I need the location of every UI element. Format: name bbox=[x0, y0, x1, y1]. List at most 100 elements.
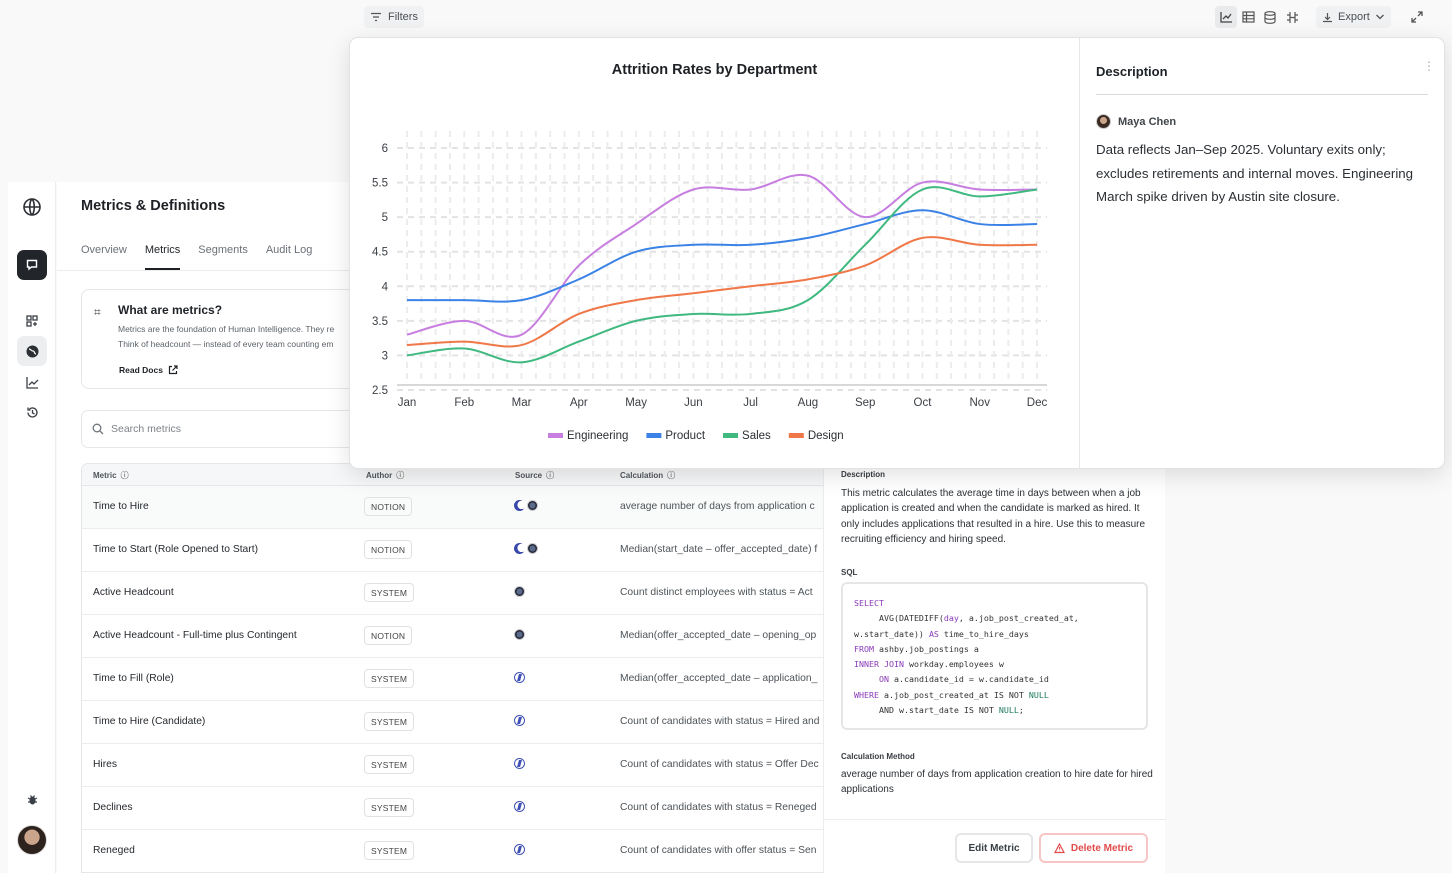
x-tick-label: Jan bbox=[398, 397, 417, 409]
table-row[interactable]: Declines SYSTEM Count of candidates with s… bbox=[82, 787, 825, 830]
page-title: Metrics & Definitions bbox=[81, 198, 226, 214]
metric-detail-panel: Description This metric calculates the a… bbox=[823, 465, 1166, 873]
source-icons bbox=[514, 715, 525, 726]
x-tick-label: Oct bbox=[914, 397, 933, 409]
legend-swatch-product bbox=[646, 433, 662, 438]
attrition-line-chart: 2.5 3 3.5 4 4.5 5 5.5 6 Jan Feb Mar Apr May Jun Jul Aug… bbox=[372, 131, 1048, 442]
x-tick-label: Mar bbox=[512, 397, 532, 409]
y-tick-label: 5.5 bbox=[372, 178, 388, 190]
legend-swatch-engineering bbox=[548, 433, 563, 438]
info-card-line-1: Metrics are the foundation of Human Inte… bbox=[118, 324, 335, 334]
more-options-icon[interactable]: ⋮ bbox=[1423, 60, 1435, 72]
column-header-author-label: Author bbox=[366, 471, 393, 480]
filters-button[interactable]: Filters bbox=[364, 6, 424, 28]
source-notion-icon bbox=[514, 543, 525, 554]
pivot-view-button[interactable] bbox=[1281, 6, 1303, 28]
tab-overview[interactable]: Overview bbox=[81, 244, 127, 270]
expand-icon bbox=[1411, 11, 1423, 23]
edit-metric-button[interactable]: Edit Metric bbox=[955, 833, 1033, 863]
line-chart-view-button[interactable] bbox=[1215, 6, 1237, 28]
column-header-calculation[interactable]: Calculation ⓘ bbox=[620, 470, 675, 481]
user-avatar[interactable] bbox=[17, 825, 47, 855]
metric-calculation: Count of candidates with status = Offer … bbox=[620, 759, 819, 770]
author-avatar bbox=[1096, 114, 1111, 129]
x-tick-label: Sep bbox=[855, 397, 875, 409]
calc-method-text: average number of days from application … bbox=[841, 769, 1153, 796]
info-icon: ⓘ bbox=[396, 471, 405, 480]
expand-button[interactable] bbox=[1406, 6, 1428, 28]
chart-overlay-card: Attrition Rates by Department 2.5 3 3.5 4 4.… bbox=[349, 37, 1445, 469]
metric-calculation: Count of candidates with offer status = … bbox=[620, 845, 817, 856]
search-box[interactable] bbox=[81, 410, 381, 448]
bug-icon[interactable] bbox=[17, 784, 47, 814]
author-badge: SYSTEM bbox=[364, 798, 415, 817]
author-badge: NOTION bbox=[364, 626, 413, 645]
chevron-down-icon bbox=[1375, 14, 1384, 20]
column-header-source[interactable]: Source ⓘ bbox=[515, 470, 554, 481]
x-tick-label: Jul bbox=[743, 397, 758, 409]
description-author: Maya Chen bbox=[1096, 114, 1176, 129]
table-row[interactable]: Time to Start (Role Opened to Start) NOTI… bbox=[82, 529, 825, 572]
legend-label-design: Design bbox=[808, 430, 844, 442]
table-body: Time to Hire NOTION average number of days… bbox=[82, 486, 825, 872]
table-row[interactable]: Time to Hire (Candidate) SYSTEM Count of c… bbox=[82, 701, 825, 744]
chart-icon[interactable] bbox=[17, 367, 47, 397]
legend-label-product: Product bbox=[665, 430, 705, 442]
filters-label: Filters bbox=[388, 11, 418, 23]
delete-metric-button[interactable]: Delete Metric bbox=[1039, 833, 1148, 863]
column-header-author[interactable]: Author ⓘ bbox=[366, 470, 404, 481]
tab-segments[interactable]: Segments bbox=[198, 244, 248, 270]
hash-icon: ⌗ bbox=[94, 305, 101, 319]
source-system-icon bbox=[514, 844, 525, 855]
read-docs-link[interactable]: Read Docs bbox=[119, 365, 178, 375]
metrics-globe-icon[interactable] bbox=[17, 336, 47, 366]
source-icons bbox=[514, 672, 525, 683]
description-rule bbox=[1096, 94, 1428, 95]
column-header-source-label: Source bbox=[515, 471, 543, 480]
table-row[interactable]: Active Headcount SYSTEM Count distinct emp… bbox=[82, 572, 825, 615]
source-globe-icon bbox=[527, 500, 538, 511]
source-globe-icon bbox=[527, 543, 538, 554]
source-notion-icon bbox=[514, 500, 525, 511]
metric-name: Time to Fill (Role) bbox=[93, 673, 174, 684]
table-row[interactable]: Time to Fill (Role) SYSTEM Median(offer_ac… bbox=[82, 658, 825, 701]
history-icon[interactable] bbox=[17, 397, 47, 427]
pivot-icon bbox=[1286, 11, 1298, 23]
metric-name: Time to Start (Role Opened to Start) bbox=[93, 544, 259, 555]
x-tick-label: Dec bbox=[1027, 397, 1048, 409]
author-badge: SYSTEM bbox=[364, 712, 415, 731]
source-icons bbox=[514, 500, 538, 511]
table-row[interactable]: Time to Hire NOTION average number of days… bbox=[82, 486, 825, 529]
database-view-button[interactable] bbox=[1259, 6, 1281, 28]
info-card-line-2: Think of headcount — instead of every te… bbox=[118, 339, 334, 349]
column-header-metric[interactable]: Metric ⓘ bbox=[93, 470, 129, 481]
y-tick-label: 3.5 bbox=[372, 316, 388, 328]
delete-metric-label: Delete Metric bbox=[1070, 842, 1134, 854]
export-button[interactable]: Export bbox=[1316, 6, 1391, 28]
search-input[interactable] bbox=[111, 423, 351, 435]
view-toolbar bbox=[1215, 6, 1303, 28]
table-view-button[interactable] bbox=[1237, 6, 1259, 28]
source-icons bbox=[514, 844, 525, 855]
metric-name: Active Headcount bbox=[93, 587, 174, 598]
grid-icon[interactable] bbox=[17, 306, 47, 336]
metric-calculation: Count of candidates with status = Renege… bbox=[620, 802, 817, 813]
table-row[interactable]: Hires SYSTEM Count of candidates with stat… bbox=[82, 744, 825, 787]
metric-name: Time to Hire bbox=[93, 501, 149, 512]
metric-name: Hires bbox=[93, 759, 118, 770]
metric-calculation: Median(start_date – offer_accepted_date)… bbox=[620, 544, 818, 555]
source-globe-icon bbox=[514, 586, 525, 597]
table-row[interactable]: Reneged SYSTEM Count of candidates with of… bbox=[82, 830, 825, 872]
x-tick-label: Nov bbox=[970, 397, 991, 409]
description-heading: Description bbox=[1096, 64, 1168, 79]
author-badge: NOTION bbox=[364, 540, 413, 559]
tab-metrics[interactable]: Metrics bbox=[144, 244, 181, 270]
globe-logo-icon[interactable] bbox=[17, 192, 47, 222]
info-card-text: Metrics are the foundation of Human Inte… bbox=[118, 322, 334, 352]
tab-audit-log[interactable]: Audit Log bbox=[266, 244, 312, 270]
source-system-icon bbox=[514, 672, 525, 683]
chat-icon[interactable] bbox=[17, 250, 47, 280]
table-row[interactable]: Active Headcount - Full-time plus Contin… bbox=[82, 615, 825, 658]
source-icons bbox=[514, 801, 525, 812]
author-badge: SYSTEM bbox=[364, 755, 415, 774]
